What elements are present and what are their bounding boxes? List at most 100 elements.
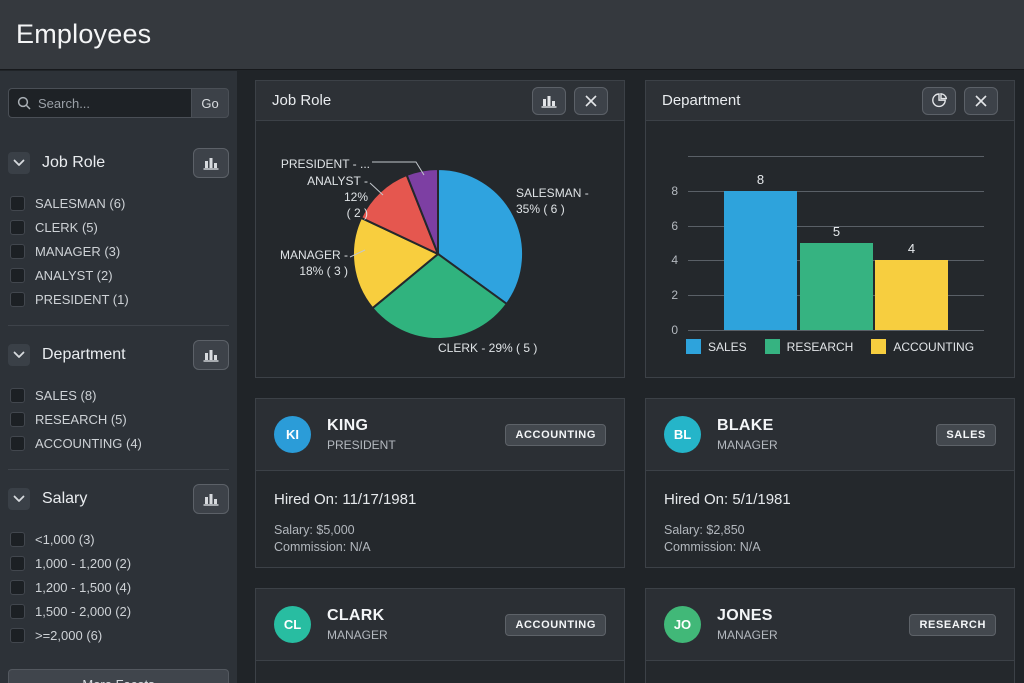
bar-chart-icon (203, 492, 219, 506)
facet-item-label: 1,000 - 1,200 (2) (35, 556, 131, 571)
pie-label-line: 35% ( 6 ) (516, 201, 616, 217)
close-department-card-button[interactable] (964, 87, 998, 115)
more-facets-button[interactable]: More Facets (8, 669, 229, 683)
employee-names: BLAKEMANAGER (717, 417, 778, 452)
checkbox[interactable] (10, 580, 25, 595)
job-role-chart-card: Job Role SALESMAN - (255, 80, 625, 378)
facet-item-label: ACCOUNTING (4) (35, 436, 142, 451)
checkbox[interactable] (10, 556, 25, 571)
facet-job-role-chart-button[interactable] (193, 148, 229, 178)
job-role-pie-chart[interactable]: SALESMAN -35% ( 6 )CLERK - 29% ( 5 )MANA… (256, 121, 624, 377)
search-go-button[interactable]: Go (191, 88, 229, 118)
facet-item-1-500-2-000[interactable]: 1,500 - 2,000 (2) (10, 599, 229, 623)
pie-label-clerk: CLERK - 29% ( 5 ) (438, 340, 568, 356)
facet-item-label: 1,500 - 2,000 (2) (35, 604, 131, 619)
facet-item-label: SALESMAN (6) (35, 196, 125, 211)
close-job-role-card-button[interactable] (574, 87, 608, 115)
legend-item-accounting[interactable]: ACCOUNTING (871, 339, 974, 354)
bar-research[interactable] (800, 243, 873, 330)
chevron-down-icon (13, 495, 25, 503)
employee-card-clark[interactable]: CLCLARKMANAGERACCOUNTINGHired On: 6/9/19… (255, 588, 625, 683)
checkbox[interactable] (10, 388, 25, 403)
legend-item-research[interactable]: RESEARCH (765, 339, 854, 354)
facet-department: Department SALES (8) RESEARCH (5) ACCOUNTIN… (8, 325, 229, 455)
facet-item-research[interactable]: RESEARCH (5) (10, 407, 229, 431)
facet-item-label: SALES (8) (35, 388, 96, 403)
facet-salary: Salary<1,000 (3)1,000 - 1,200 (2)1,200 -… (8, 469, 229, 647)
facet-item-1-200-1-500[interactable]: 1,200 - 1,500 (4) (10, 575, 229, 599)
legend-label: SALES (708, 340, 747, 354)
checkbox[interactable] (10, 604, 25, 619)
facet-item-label: <1,000 (3) (35, 532, 95, 547)
facet-item-label: CLERK (5) (35, 220, 98, 235)
gridline (688, 156, 984, 157)
search-row: Go (8, 88, 229, 118)
facet-item-label: MANAGER (3) (35, 244, 120, 259)
facet-collapse-toggle[interactable] (8, 344, 30, 366)
bar-accounting[interactable] (875, 260, 948, 330)
pie-label-analyst: ANALYST - 12%( 2 ) (280, 173, 368, 221)
facet-salary-chart-button[interactable] (193, 484, 229, 514)
employee-card-king[interactable]: KIKINGPRESIDENTACCOUNTINGHired On: 11/17… (255, 398, 625, 568)
search-box[interactable] (8, 88, 191, 118)
job-role-card-header: Job Role (256, 81, 624, 121)
y-axis-tick-label: 8 (652, 184, 678, 198)
app-header: Employees (0, 0, 1024, 70)
employee-card-jones[interactable]: JOJONESMANAGERRESEARCHHired On: 4/2/1981 (645, 588, 1015, 683)
pie-label-line: CLERK - 29% ( 5 ) (438, 340, 568, 356)
employee-card-body: Hired On: 11/17/1981Salary: $5,000Commis… (256, 491, 624, 556)
facet-item-president[interactable]: PRESIDENT (1) (10, 287, 229, 311)
employee-card-header: KIKINGPRESIDENTACCOUNTING (256, 399, 624, 471)
search-input[interactable] (38, 96, 183, 111)
checkbox[interactable] (10, 292, 25, 307)
facet-title: Department (42, 346, 126, 364)
bar-value-label: 4 (875, 241, 948, 256)
department-badge: ACCOUNTING (505, 424, 606, 446)
facet-collapse-toggle[interactable] (8, 152, 30, 174)
employee-role: PRESIDENT (327, 438, 396, 452)
facet-item-1-000-1-200[interactable]: 1,000 - 1,200 (2) (10, 551, 229, 575)
switch-to-pie-chart-button[interactable] (922, 87, 956, 115)
department-badge: SALES (936, 424, 996, 446)
close-icon (585, 95, 597, 107)
facet-collapse-toggle[interactable] (8, 488, 30, 510)
pie-label-line: 18% ( 3 ) (274, 263, 348, 279)
department-card-title: Department (662, 92, 740, 109)
facet-items: SALES (8) RESEARCH (5) ACCOUNTING (4) (8, 383, 229, 455)
bar-sales[interactable] (724, 191, 797, 330)
facet-item-1-000[interactable]: <1,000 (3) (10, 527, 229, 551)
facet-item-accounting[interactable]: ACCOUNTING (4) (10, 431, 229, 455)
checkbox[interactable] (10, 196, 25, 211)
checkbox[interactable] (10, 532, 25, 547)
department-bar-chart[interactable]: 02468854SALESRESEARCHACCOUNTING (646, 121, 1014, 377)
facet-item-sales[interactable]: SALES (8) (10, 383, 229, 407)
facet-department-chart-button[interactable] (193, 340, 229, 370)
facet-item-salesman[interactable]: SALESMAN (6) (10, 191, 229, 215)
facet-item-manager[interactable]: MANAGER (3) (10, 239, 229, 263)
checkbox[interactable] (10, 244, 25, 259)
salary-text: Salary: $5,000 (274, 522, 606, 539)
avatar: KI (274, 416, 311, 453)
pie-label-line: PRESIDENT - ... (280, 156, 370, 172)
checkbox[interactable] (10, 436, 25, 451)
pie-label-line: SALESMAN - (516, 185, 616, 201)
main-content: Job Role SALESMAN - (255, 80, 1015, 683)
page-title: Employees (16, 19, 151, 50)
checkbox[interactable] (10, 268, 25, 283)
employee-card-body: Hired On: 5/1/1981Salary: $2,850Commissi… (646, 491, 1014, 556)
hired-on-text: Hired On: 5/1/1981 (664, 491, 996, 508)
checkbox[interactable] (10, 220, 25, 235)
employee-names: CLARKMANAGER (327, 607, 388, 642)
pie-chart-icon (932, 93, 947, 108)
facet-item-2-000[interactable]: >=2,000 (6) (10, 623, 229, 647)
employee-role: MANAGER (327, 628, 388, 642)
checkbox[interactable] (10, 628, 25, 643)
legend-item-sales[interactable]: SALES (686, 339, 747, 354)
switch-to-bar-chart-button[interactable] (532, 87, 566, 115)
employee-card-blake[interactable]: BLBLAKEMANAGERSALESHired On: 5/1/1981Sal… (645, 398, 1015, 568)
facet-item-analyst[interactable]: ANALYST (2) (10, 263, 229, 287)
bar-chart-legend: SALES RESEARCH ACCOUNTING (646, 339, 1014, 354)
facet-list: Job RoleSALESMAN (6)CLERK (5)MANAGER (3)… (8, 148, 229, 647)
facet-item-clerk[interactable]: CLERK (5) (10, 215, 229, 239)
checkbox[interactable] (10, 412, 25, 427)
